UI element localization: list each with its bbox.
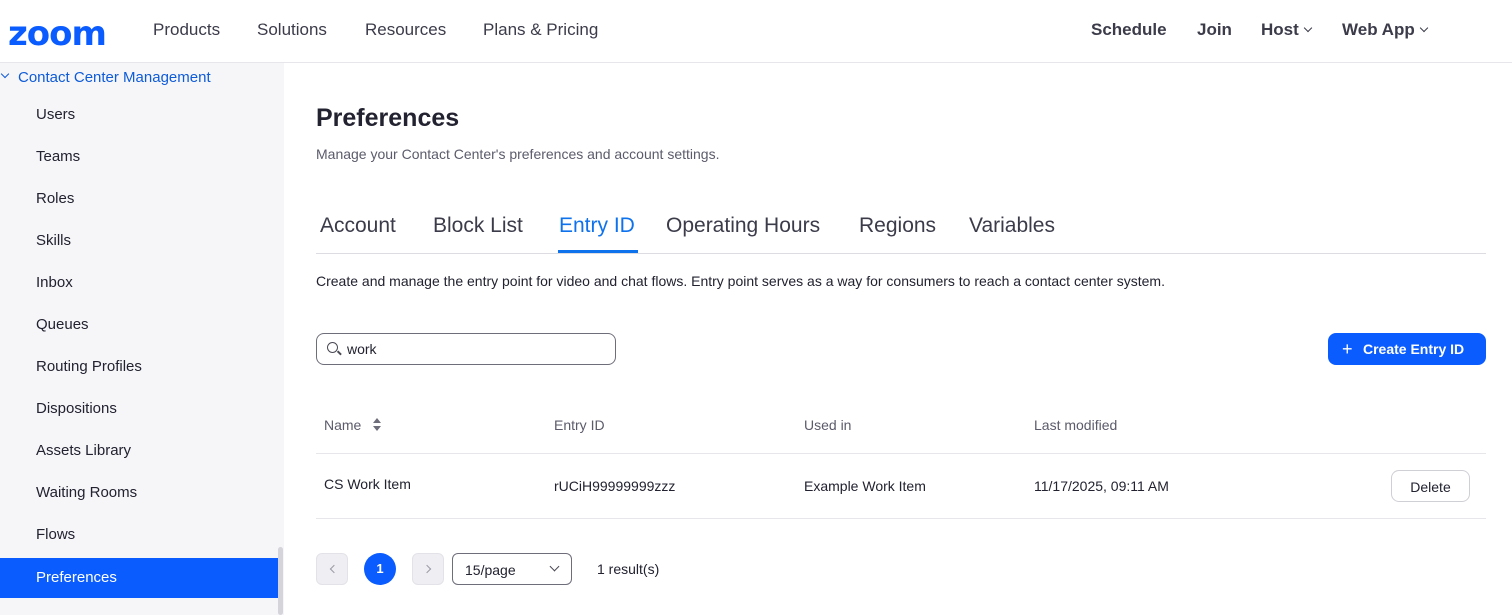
- page-number-button[interactable]: 1: [364, 553, 396, 585]
- previous-page-button[interactable]: [316, 553, 348, 585]
- sidebar-item-users[interactable]: Users: [0, 95, 278, 135]
- column-header-last-modified: Last modified: [1034, 417, 1118, 433]
- delete-button[interactable]: Delete: [1391, 470, 1470, 502]
- create-entry-id-label: Create Entry ID: [1363, 341, 1465, 357]
- sidebar: Contact Center Management Users Teams Ro…: [0, 63, 284, 615]
- result-count: 1 result(s): [597, 561, 660, 577]
- web-app-menu-label: Web App: [1342, 20, 1415, 39]
- sidebar-item-teams[interactable]: Teams: [0, 137, 278, 177]
- chevron-right-icon: [422, 564, 432, 574]
- sidebar-item-queues[interactable]: Queues: [0, 305, 278, 345]
- nav-solutions[interactable]: Solutions: [257, 20, 327, 40]
- row-used-in: Example Work Item: [804, 478, 926, 494]
- page-size-select[interactable]: 15/page: [452, 553, 572, 585]
- tab-block-list[interactable]: Block List: [433, 214, 523, 238]
- sidebar-item-label: Inbox: [36, 274, 73, 291]
- sidebar-item-label: Dispositions: [36, 400, 117, 417]
- column-header-used-in: Used in: [804, 417, 852, 433]
- sidebar-item-label: Waiting Rooms: [36, 484, 138, 501]
- sidebar-section-label: Contact Center Management: [18, 69, 211, 86]
- web-app-menu[interactable]: Web App: [1342, 20, 1428, 40]
- column-header-entry-id: Entry ID: [554, 417, 605, 433]
- sidebar-item-label: Skills: [36, 232, 72, 249]
- tab-account[interactable]: Account: [320, 214, 396, 238]
- nav-products[interactable]: Products: [153, 20, 220, 40]
- delete-button-label: Delete: [1410, 479, 1451, 495]
- tab-regions[interactable]: Regions: [859, 214, 936, 238]
- sidebar-item-label: Teams: [36, 148, 81, 165]
- nav-plans-pricing[interactable]: Plans & Pricing: [483, 20, 598, 40]
- sidebar-item-label: Users: [36, 106, 76, 123]
- sort-icon[interactable]: [373, 418, 381, 432]
- chevron-down-icon: [1303, 23, 1313, 33]
- sidebar-item-label: Preferences: [36, 569, 117, 586]
- page-title: Preferences: [316, 104, 460, 132]
- sidebar-item-label: Assets Library: [36, 442, 132, 459]
- active-tab-indicator: [558, 250, 638, 253]
- row-entry-id: rUCiH99999999zzz: [554, 478, 676, 494]
- tab-entry-id[interactable]: Entry ID: [559, 214, 635, 238]
- row-last-modified: 11/17/2025, 09:11 AM: [1034, 478, 1169, 494]
- nav-resources[interactable]: Resources: [365, 20, 446, 40]
- row-name[interactable]: CS Work Item: [324, 476, 411, 492]
- join-link[interactable]: Join: [1197, 20, 1232, 40]
- table-divider: [316, 518, 1486, 519]
- page-size-value: 15/page: [465, 562, 516, 578]
- page-subtitle: Manage your Contact Center's preferences…: [316, 146, 720, 162]
- plus-icon: +: [1342, 339, 1353, 359]
- sidebar-item-flows[interactable]: Flows: [0, 515, 278, 555]
- sidebar-item-label: Queues: [36, 316, 89, 333]
- sidebar-item-dispositions[interactable]: Dispositions: [0, 389, 278, 429]
- sidebar-item-skills[interactable]: Skills: [0, 221, 278, 261]
- tab-operating-hours[interactable]: Operating Hours: [666, 214, 820, 238]
- search-icon: [327, 342, 338, 353]
- column-header-name[interactable]: Name: [324, 417, 361, 433]
- sidebar-item-assets-library[interactable]: Assets Library: [0, 431, 278, 471]
- top-navigation: zoom Products Solutions Resources Plans …: [0, 0, 1512, 63]
- sidebar-item-routing-profiles[interactable]: Routing Profiles: [0, 347, 278, 387]
- host-menu[interactable]: Host: [1261, 20, 1313, 40]
- create-entry-id-button[interactable]: + Create Entry ID: [1328, 333, 1486, 365]
- table-divider: [316, 453, 1486, 454]
- chevron-down-icon: [1419, 23, 1428, 33]
- search-input[interactable]: [347, 339, 607, 359]
- entry-id-description: Create and manage the entry point for vi…: [316, 273, 1165, 289]
- sidebar-item-roles[interactable]: Roles: [0, 179, 278, 219]
- chevron-down-icon: [0, 69, 10, 79]
- sidebar-scrollbar[interactable]: [278, 547, 283, 615]
- tab-bar: Account Block List Entry ID Operating Ho…: [316, 212, 1486, 254]
- tab-variables[interactable]: Variables: [969, 214, 1055, 238]
- sidebar-item-preferences[interactable]: Preferences: [0, 558, 278, 598]
- sidebar-item-label: Routing Profiles: [36, 358, 142, 375]
- sidebar-item-inbox[interactable]: Inbox: [0, 263, 278, 303]
- zoom-logo[interactable]: zoom: [8, 14, 107, 54]
- search-box[interactable]: [316, 333, 616, 365]
- sidebar-item-waiting-rooms[interactable]: Waiting Rooms: [0, 473, 278, 513]
- chevron-down-icon: [549, 561, 560, 572]
- sidebar-item-label: Roles: [36, 190, 75, 207]
- host-menu-label: Host: [1261, 20, 1299, 39]
- sidebar-item-label: Flows: [36, 526, 76, 543]
- schedule-link[interactable]: Schedule: [1091, 20, 1167, 40]
- chevron-left-icon: [329, 564, 339, 574]
- next-page-button[interactable]: [412, 553, 444, 585]
